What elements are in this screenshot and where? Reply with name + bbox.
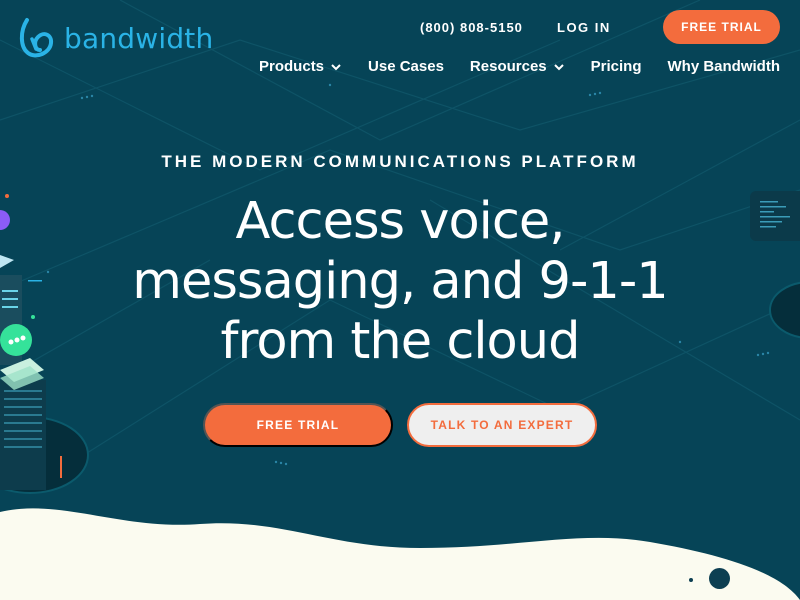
decorative-dot [709,568,730,589]
bandwidth-logo[interactable]: bandwidth [18,17,213,59]
decorative-dot [689,578,693,582]
headline-line: messaging, and 9-1-1 [132,252,668,311]
phone-link[interactable]: (800) 808-5150 [420,20,523,35]
wave-divider [0,508,800,600]
main-nav: Products Use Cases Resources Pricing Why… [259,58,780,75]
brand-name: bandwidth [64,21,214,55]
hero-headline: Access voice, messaging, and 9-1-1 from … [0,192,800,372]
nav-item-label: Pricing [590,58,642,75]
nav-item-products[interactable]: Products [259,58,342,75]
free-trial-button[interactable]: FREE TRIAL [203,403,393,447]
nav-item-pricing[interactable]: Pricing [591,58,642,75]
nav-item-label: Why Bandwidth [667,58,781,75]
nav-item-use-cases[interactable]: Use Cases [368,58,444,75]
hero-eyebrow: THE MODERN COMMUNICATIONS PLATFORM [161,152,639,171]
free-trial-header-button[interactable]: FREE TRIAL [663,10,780,44]
nav-item-label: Products [259,58,325,75]
headline-line: Access voice, [235,192,566,251]
headline-line: from the cloud [220,312,581,371]
bandwidth-logo-icon [19,18,54,58]
chevron-down-icon [331,63,341,70]
nav-item-resources[interactable]: Resources [470,58,565,75]
talk-to-expert-button[interactable]: TALK TO AN EXPERT [407,403,597,447]
nav-item-label: Use Cases [368,58,444,75]
nav-item-why-bandwidth[interactable]: Why Bandwidth [668,58,781,75]
chevron-down-icon [553,63,564,70]
nav-item-label: Resources [469,58,547,75]
login-link[interactable]: LOG IN [557,20,611,35]
